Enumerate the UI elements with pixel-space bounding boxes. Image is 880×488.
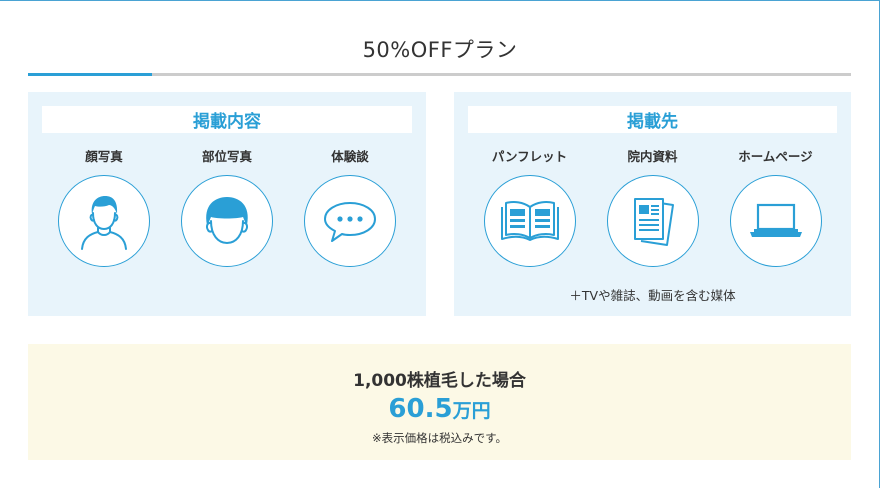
content-panel-header: 掲載内容 (42, 106, 412, 133)
media-panel-header: 掲載先 (468, 106, 837, 133)
price: 60.5万円 (28, 394, 851, 424)
plan-title: 50%OFFプラン (362, 38, 518, 62)
price-amount: 60.5 (388, 394, 453, 424)
head-photo-icon (181, 175, 273, 267)
media-item-homepage: ホームページ (728, 148, 823, 267)
item-label: 部位写真 (201, 149, 252, 164)
content-item-testimonial: 体験談 (303, 148, 398, 267)
pamphlet-icon (483, 175, 576, 267)
item-label: 体験談 (331, 149, 369, 164)
item-label: 顔写真 (85, 149, 123, 164)
tax-note: ※表示価格は税込みです。 (372, 431, 507, 445)
content-item-head-photo: 部位写真 (180, 148, 275, 267)
title-divider-accent (28, 73, 152, 76)
media-items: パンフレット 院内資料 ホームページ (454, 148, 851, 267)
price-box: 1,000株植毛した場合 60.5万円 ※表示価格は税込みです。 (28, 344, 851, 460)
face-photo-icon (58, 175, 150, 267)
case-label: 1,000株植毛した場合 (353, 371, 526, 391)
media-item-clinic-documents: 院内資料 (605, 148, 700, 267)
media-panel: 掲載先 パンフレット 院内資料 ホームページ ＋TVや雑誌、動画を含む媒体 (454, 92, 851, 316)
media-note: ＋TVや雑誌、動画を含む媒体 (569, 288, 736, 303)
content-item-face-photo: 顔写真 (57, 148, 152, 267)
content-panel: 掲載内容 顔写真 部位写真 体験談 (28, 92, 426, 316)
price-unit: 万円 (452, 400, 491, 422)
speech-bubble-icon (304, 175, 396, 267)
item-label: パンフレット (491, 149, 568, 164)
content-items: 顔写真 部位写真 体験談 (28, 148, 426, 267)
documents-icon (606, 175, 699, 267)
item-label: ホームページ (738, 149, 813, 164)
item-label: 院内資料 (627, 149, 678, 164)
laptop-icon (729, 175, 822, 267)
media-item-pamphlet: パンフレット (482, 148, 577, 267)
